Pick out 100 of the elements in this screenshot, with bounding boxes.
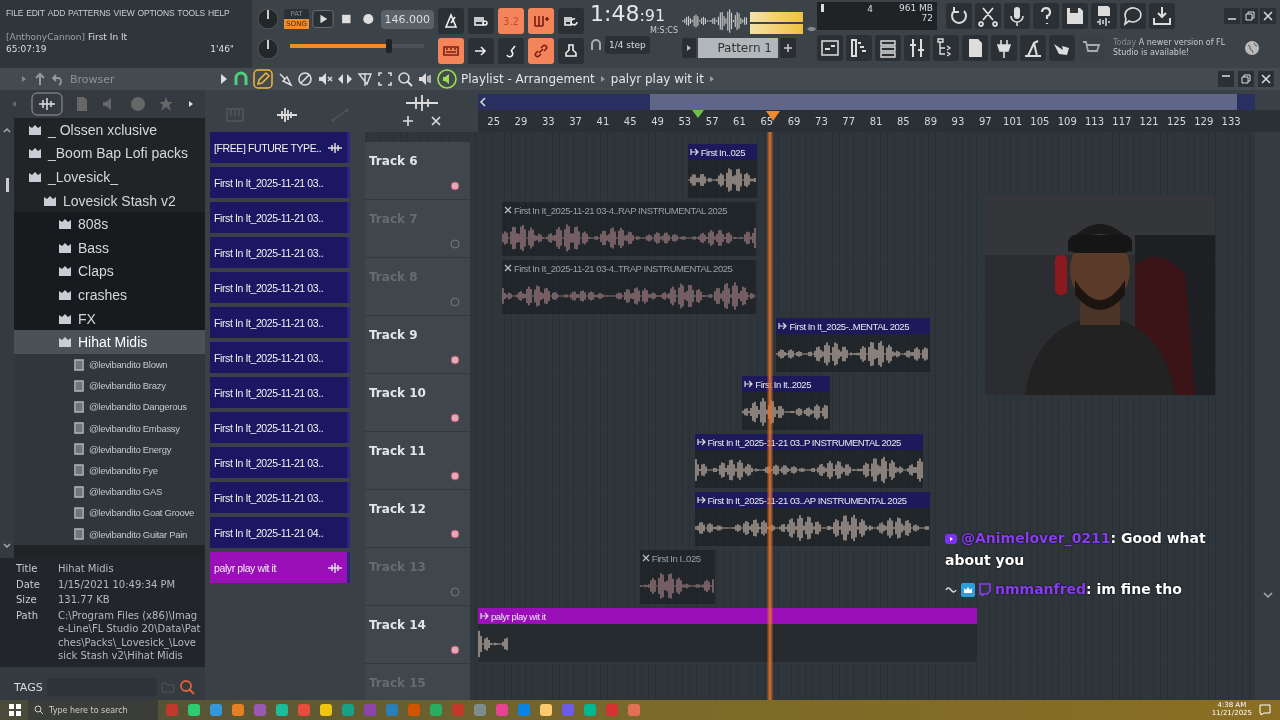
track-mute-icon[interactable] [450,297,460,307]
browser-item[interactable]: @levibandito Energy [14,438,205,460]
track-header[interactable]: Track 6 [365,142,470,200]
menu-item[interactable]: PATTERNS [68,8,111,18]
channel-rack-icon[interactable] [875,35,901,61]
track-header[interactable]: Track 14 [365,606,470,664]
track-mute-icon[interactable] [450,181,460,191]
browser-item[interactable]: @levibandito Blown [14,353,205,376]
mute-icon[interactable] [317,71,333,87]
stamp-button[interactable] [558,38,584,64]
browser-item[interactable]: @levibandito Brazy [14,375,205,397]
scissors-icon[interactable] [975,3,1001,29]
delete-icon[interactable] [297,71,313,87]
close-icon[interactable] [428,114,443,128]
taskbar-app-icon[interactable] [230,702,246,718]
scroll-up-icon[interactable] [2,126,12,134]
add-icon[interactable] [400,114,415,128]
magnet-icon[interactable] [233,71,249,87]
track-mute-icon[interactable] [450,355,460,365]
track-mute-icon[interactable] [450,587,460,597]
blend-button[interactable] [498,38,524,64]
minimize-icon[interactable] [1224,8,1240,24]
zoom-icon[interactable] [397,71,413,87]
notification-icon[interactable] [1258,703,1272,717]
caret-icon[interactable] [219,73,229,85]
menu-item[interactable]: TOOLS [177,8,206,18]
star-icon[interactable] [158,96,175,112]
browser-item[interactable]: @levibandito GAS [14,481,205,503]
timeline-ruler[interactable]: 25 29 33 37 41 45 49 53 57 61 65 69 73 77 81 85 89 93 97 101 105 109 113 117 121 125 129 133 [478,110,1280,132]
tempo-display[interactable]: 146.000 [380,9,434,29]
clip-source-item[interactable]: First In It_2025-11-21 03.. [210,342,350,373]
slip-icon[interactable] [337,71,353,87]
pedal-icon[interactable] [1020,35,1046,61]
clip-source-item[interactable]: [FREE] FUTURE TYPE.. [210,132,350,163]
arrow-button[interactable] [468,38,494,64]
wait-button[interactable] [468,8,494,34]
minimize-icon[interactable] [1218,71,1234,87]
menu-item[interactable]: HELP [208,8,230,18]
menu-item[interactable]: EDIT [26,8,45,18]
caret-icon[interactable] [186,99,195,109]
clip-source-item[interactable]: First In It_2025-11-21 03.. [210,237,350,268]
hand-icon[interactable] [1049,35,1075,61]
audio-clip[interactable]: palyr play wit it [478,608,977,662]
loop-button[interactable] [558,8,584,34]
slice-icon[interactable] [357,71,373,87]
browser-item[interactable]: crashes [14,283,205,307]
clip-source-item[interactable]: First In It_2025-11-21 03.. [210,447,350,478]
pencil-icon[interactable] [253,69,273,89]
update-notice[interactable]: Today A newer version of FL Studio is available! [1113,37,1241,59]
search-icon[interactable] [179,679,195,695]
playlist-icon[interactable] [817,35,843,61]
menu-item[interactable]: FILE [6,8,24,18]
plug-icon[interactable] [991,35,1017,61]
browser-item[interactable]: @levibandito Fye [14,459,205,482]
clip-source-item[interactable]: First In It_2025-11-21 03.. [210,307,350,338]
browser-item[interactable]: @levibandito Dangerous [14,396,205,418]
track-header[interactable]: Track 10 [365,374,470,432]
save-icon[interactable] [1062,3,1088,29]
taskbar-app-icon[interactable] [538,702,554,718]
browser-item[interactable]: FX [14,306,205,331]
playlist-icon[interactable] [437,69,457,89]
menu-item[interactable]: VIEW [113,8,135,18]
mixer-icon[interactable] [904,35,930,61]
close-icon[interactable] [1258,71,1274,87]
browser-item[interactable]: @levibandito Goat Groove [14,502,205,524]
restore-icon[interactable] [1242,8,1258,24]
pattern-selector[interactable]: Pattern 1 [698,38,778,58]
undo-icon[interactable] [946,3,972,29]
audio-clip[interactable]: First In It_2025-11-21 03-4..TRAP INSTRUMENTAL 2025 [501,260,756,314]
track-mute-icon[interactable] [450,239,460,249]
magnet-icon[interactable] [590,39,602,51]
menu-item[interactable]: ADD [47,8,66,18]
paint-icon[interactable] [277,71,293,87]
clip-source-item[interactable]: First In It_2025-11-21 03.. [210,202,350,233]
search-field[interactable]: Type here to search [28,700,158,720]
waveform-icon[interactable] [276,107,299,123]
taskbar-app-icon[interactable] [186,702,202,718]
clip-source-item[interactable]: First In It_2025-11-21 04.. [210,517,350,548]
piano-roll-icon[interactable] [846,35,872,61]
download-icon[interactable] [1149,3,1175,29]
folder-tree-icon[interactable] [933,35,959,61]
restore-icon[interactable] [1238,71,1254,87]
clip-source-item[interactable]: First In It_2025-11-21 03.. [210,482,350,513]
eye-icon[interactable] [805,24,817,34]
chat-icon[interactable] [1120,3,1146,29]
caret-icon[interactable] [682,38,696,58]
audio-clip[interactable]: First In..025 [687,144,758,198]
track-mute-icon[interactable] [450,471,460,481]
audio-clip[interactable]: First In It_2025-..MENTAL 2025 [776,318,931,372]
clip-source-item[interactable]: First In It_2025-11-21 03.. [210,412,350,443]
track-header[interactable]: Track 9 [365,316,470,374]
link-button[interactable] [528,38,554,64]
play-button[interactable] [312,8,335,30]
snap-selector[interactable]: 1/4 step [605,36,650,54]
scroll-down-icon[interactable] [2,542,12,550]
browser-item[interactable]: Hihat Midis [14,330,205,354]
clip-source-item[interactable]: First In It_2025-11-21 03.. [210,272,350,303]
audio-clip[interactable]: First In I..025 [639,550,715,604]
browser-item[interactable]: @levibandito Guitar Pain [14,523,205,545]
track-mute-icon[interactable] [450,529,460,539]
